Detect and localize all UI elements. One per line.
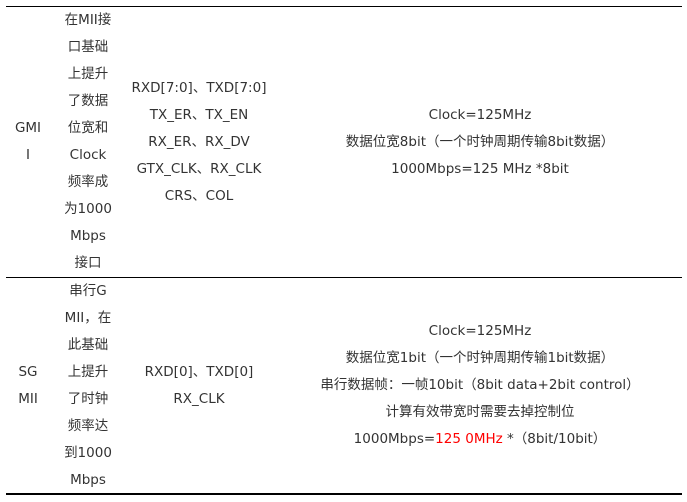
interface-name-line: SG: [18, 363, 38, 380]
formula-highlight: 125 0MHz: [435, 431, 503, 447]
formula-suffix: *（8bit/10bit）: [502, 431, 607, 447]
description-cell: 串行G MII，在 此基础 上提升 了时钟 频率达 到1000 Mbps: [56, 278, 120, 493]
bandwidth-formula-line: 1000Mbps=125 0MHz *（8bit/10bit）: [354, 426, 607, 453]
table-row-gmii: GMI I 在MII接 口基础 上提升 了数据 位宽和 Clock 频率成 为1…: [6, 7, 682, 277]
description-line: Mbps: [70, 471, 106, 488]
description-line: 为1000: [64, 201, 112, 217]
signal-line: RXD[0]、TXD[0]: [144, 363, 254, 380]
clock-line: 计算有效带宽时需要去掉控制位: [385, 404, 575, 420]
description-line: 此基础: [67, 336, 109, 353]
signals-cell: RXD[0]、TXD[0] RX_CLK: [122, 278, 276, 493]
signal-line: CRS、COL: [164, 187, 234, 204]
table-row-sgmii: SG MII 串行G MII，在 此基础 上提升 了时钟 频率达 到1000 M…: [6, 278, 682, 493]
clock-line: 1000Mbps=125 MHz *8bit: [391, 160, 569, 177]
description-line: 频率达: [67, 417, 109, 434]
interface-name-line: GMI: [14, 120, 42, 136]
clock-line: 数据位宽8bit（一个时钟周期传输8bit数据）: [345, 133, 615, 150]
description-line: 串行G: [69, 282, 107, 299]
table-bottom-rule: [6, 493, 682, 495]
description-line: 上提升: [67, 363, 109, 380]
description-line: 位宽和: [67, 120, 109, 136]
description-line: 了时钟: [67, 390, 109, 407]
description-line: 到1000: [64, 444, 112, 461]
description-line: 频率成: [67, 174, 109, 190]
description-line: 接口: [74, 255, 102, 271]
clock-line: 串行数据帧：一帧10bit（8bit data+2bit control）: [320, 377, 640, 393]
interface-name-line: MII: [18, 390, 38, 407]
signal-line: RX_ER、RX_DV: [148, 133, 250, 150]
description-line: Mbps: [70, 228, 106, 244]
clock-line: Clock=125MHz: [428, 106, 532, 123]
signal-line: RX_CLK: [173, 390, 225, 407]
interface-name-line: I: [26, 147, 30, 163]
description-cell: 在MII接 口基础 上提升 了数据 位宽和 Clock 频率成 为1000 Mb…: [56, 7, 120, 277]
clock-cell: Clock=125MHz 数据位宽1bit（一个时钟周期传输1bit数据） 串行…: [278, 278, 682, 493]
description-line: 口基础: [67, 39, 109, 55]
formula-prefix: 1000Mbps=: [353, 431, 436, 447]
description-line: 上提升: [67, 66, 109, 82]
signal-line: GTX_CLK、RX_CLK: [136, 160, 262, 177]
description-line: 了数据: [67, 93, 109, 109]
description-line: MII，在: [64, 309, 112, 326]
signal-line: RXD[7:0]、TXD[7:0]: [131, 79, 267, 96]
signal-line: TX_ER、TX_EN: [149, 106, 249, 123]
clock-cell: Clock=125MHz 数据位宽8bit（一个时钟周期传输8bit数据） 10…: [278, 7, 682, 277]
description-line: Clock: [69, 147, 107, 163]
clock-line: Clock=125MHz: [428, 323, 532, 339]
interface-name-cell: SG MII: [6, 278, 50, 493]
signals-cell: RXD[7:0]、TXD[7:0] TX_ER、TX_EN RX_ER、RX_D…: [122, 7, 276, 277]
clock-line: 数据位宽1bit（一个时钟周期传输1bit数据）: [345, 350, 615, 366]
interface-name-cell: GMI I: [6, 7, 50, 277]
description-line: 在MII接: [64, 12, 112, 28]
